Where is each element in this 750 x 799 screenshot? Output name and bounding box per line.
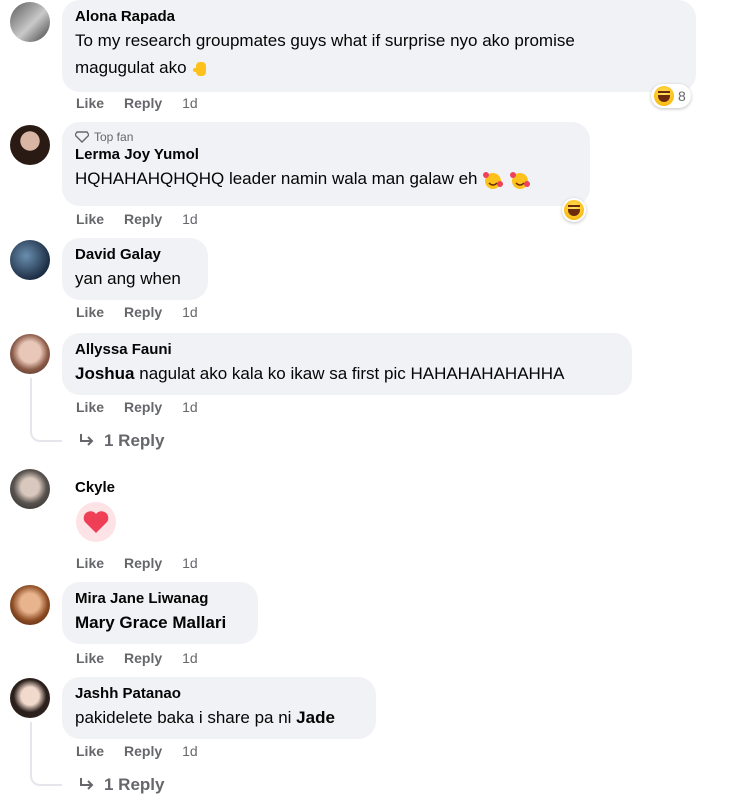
- comment-text-line: pakidelete baka i share pa ni: [75, 708, 292, 727]
- comment-text: magugulat ako: [75, 54, 683, 81]
- reply-arrow-icon: [80, 778, 94, 790]
- smiling-face-with-hearts-icon: [483, 171, 504, 189]
- comment-timestamp[interactable]: 1d: [182, 95, 198, 111]
- avatar[interactable]: [10, 585, 50, 625]
- avatar[interactable]: [10, 125, 50, 165]
- comment-actions: Like Reply 1d: [76, 211, 198, 227]
- comment-timestamp[interactable]: 1d: [182, 304, 198, 320]
- comment-text: Joshua nagulat ako kala ko ikaw sa first…: [75, 360, 619, 387]
- heart-sticker-icon: [76, 502, 116, 542]
- haha-reaction-icon: [564, 200, 584, 220]
- mention-link[interactable]: Joshua: [75, 364, 135, 383]
- diamond-icon: [75, 131, 89, 143]
- comment-actions: Like Reply 1d: [76, 304, 198, 320]
- top-fan-label: Top fan: [94, 130, 134, 144]
- comment-text: To my research groupmates guys what if s…: [75, 31, 575, 50]
- comment-timestamp[interactable]: 1d: [182, 555, 198, 571]
- like-button[interactable]: Like: [76, 743, 104, 759]
- thread-connector: [30, 378, 62, 442]
- reply-button[interactable]: Reply: [124, 650, 162, 666]
- comment-text: HQHAHAHQHQHQ leader namin wala man galaw…: [75, 165, 577, 192]
- smiling-face-with-hearts-icon: [509, 171, 530, 189]
- comment-actions: Like Reply 1d: [76, 650, 198, 666]
- avatar[interactable]: [10, 2, 50, 42]
- like-button[interactable]: Like: [76, 304, 104, 320]
- comment-author[interactable]: Lerma Joy Yumol: [75, 145, 577, 165]
- reply-button[interactable]: Reply: [124, 95, 162, 111]
- reply-button[interactable]: Reply: [124, 399, 162, 415]
- comment-author[interactable]: Alona Rapada: [75, 7, 683, 27]
- comment-actions: Like Reply 1d: [76, 555, 198, 571]
- comment-author[interactable]: Jashh Patanao: [75, 684, 363, 704]
- mention-link[interactable]: Jade: [296, 708, 335, 727]
- reply-button[interactable]: Reply: [124, 555, 162, 571]
- reply-button[interactable]: Reply: [124, 743, 162, 759]
- thread-connector: [30, 722, 62, 786]
- view-replies-label[interactable]: 1 Reply: [104, 775, 164, 795]
- like-button[interactable]: Like: [76, 95, 104, 111]
- comment-text-line: HQHAHAHQHQHQ leader namin wala man galaw…: [75, 169, 478, 188]
- reply-button[interactable]: Reply: [124, 304, 162, 320]
- reply-arrow-icon: [80, 434, 94, 446]
- comment-text-line: nagulat ako kala ko ikaw sa first pic HA…: [139, 364, 565, 383]
- like-button[interactable]: Like: [76, 399, 104, 415]
- hand-emoji-icon: [193, 61, 207, 76]
- comment-text-line: magugulat ako: [75, 58, 187, 77]
- comment-author[interactable]: Allyssa Fauni: [75, 340, 619, 360]
- like-button[interactable]: Like: [76, 211, 104, 227]
- avatar[interactable]: [10, 334, 50, 374]
- comment-author[interactable]: Ckyle: [75, 478, 115, 498]
- comment-bubble: Jashh Patanao pakidelete baka i share pa…: [62, 677, 376, 739]
- avatar[interactable]: [10, 678, 50, 718]
- comment-actions: Like Reply 1d: [76, 399, 198, 415]
- top-fan-badge: Top fan: [75, 129, 577, 145]
- comment-bubble: David Galay yan ang when: [62, 238, 208, 300]
- reaction-count: 8: [678, 88, 686, 104]
- reaction-badge[interactable]: 8: [651, 84, 691, 108]
- comment-timestamp[interactable]: 1d: [182, 650, 198, 666]
- haha-reaction-icon: [654, 86, 674, 106]
- avatar[interactable]: [10, 469, 50, 509]
- comment-timestamp[interactable]: 1d: [182, 399, 198, 415]
- like-button[interactable]: Like: [76, 650, 104, 666]
- comment-text: yan ang when: [75, 269, 181, 288]
- comment-bubble: Mira Jane Liwanag Mary Grace Mallari: [62, 582, 258, 644]
- avatar[interactable]: [10, 240, 50, 280]
- view-replies-label[interactable]: 1 Reply: [104, 431, 164, 451]
- comment-author[interactable]: Mira Jane Liwanag: [75, 589, 245, 609]
- like-button[interactable]: Like: [76, 555, 104, 571]
- comment-bubble: Alona Rapada To my research groupmates g…: [62, 0, 696, 92]
- view-replies-link[interactable]: 1 Reply: [78, 431, 164, 451]
- comment-actions: Like Reply 1d: [76, 95, 198, 111]
- comment-timestamp[interactable]: 1d: [182, 743, 198, 759]
- view-replies-link[interactable]: 1 Reply: [78, 775, 164, 795]
- comment-author[interactable]: David Galay: [75, 245, 195, 265]
- comment-text: pakidelete baka i share pa ni Jade: [75, 704, 363, 731]
- comment-actions: Like Reply 1d: [76, 743, 198, 759]
- comment-bubble: Top fan Lerma Joy Yumol HQHAHAHQHQHQ lea…: [62, 122, 590, 206]
- comment-bubble: Allyssa Fauni Joshua nagulat ako kala ko…: [62, 333, 632, 395]
- comment-text: Mary Grace Mallari: [75, 609, 245, 636]
- mention-link[interactable]: Mary Grace Mallari: [75, 613, 226, 632]
- comment-timestamp[interactable]: 1d: [182, 211, 198, 227]
- reply-button[interactable]: Reply: [124, 211, 162, 227]
- reaction-badge[interactable]: [562, 198, 586, 222]
